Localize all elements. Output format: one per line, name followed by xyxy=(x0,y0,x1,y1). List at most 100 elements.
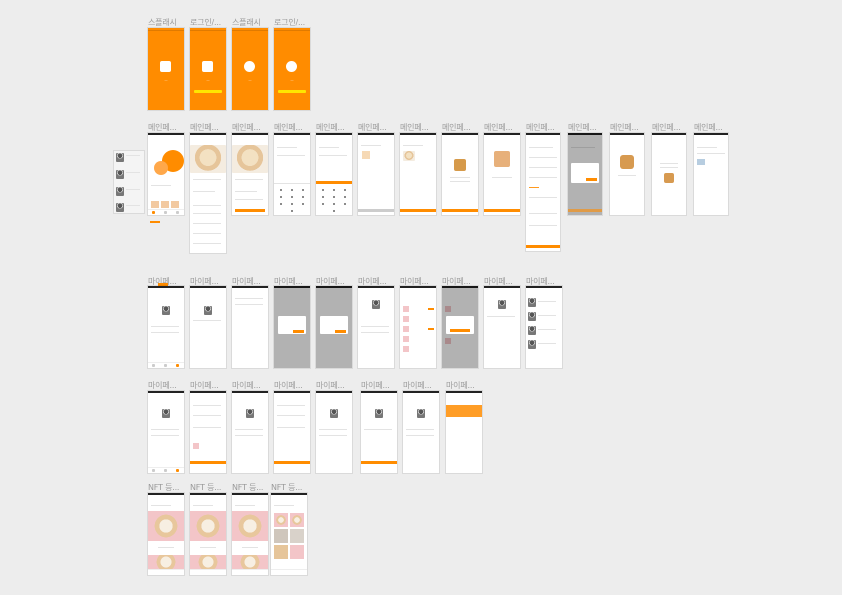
mint-button[interactable] xyxy=(484,209,520,212)
frame-label: 메인페... xyxy=(694,123,723,132)
frame-label: 메인페... xyxy=(400,123,429,132)
mypage-friends-screen[interactable] xyxy=(526,286,562,368)
save-button[interactable] xyxy=(274,461,310,464)
frame-label: 마이페... xyxy=(148,381,177,390)
main-home-screen[interactable] xyxy=(148,133,184,215)
main-modal-screen[interactable] xyxy=(568,133,602,215)
status-bar xyxy=(190,28,226,31)
frame-label: 메인페... xyxy=(316,123,345,132)
frame-label: NFT 등... xyxy=(190,483,222,492)
main-result-screen-2[interactable] xyxy=(484,133,520,215)
frame-label: 스플래시 xyxy=(232,18,261,27)
nft-detail-screen-3[interactable] xyxy=(232,493,268,575)
mypage-profile-screen-7[interactable] xyxy=(316,391,352,473)
dog-logo-icon xyxy=(286,61,297,73)
frame-label: 메인페... xyxy=(274,123,303,132)
dialog-ok-button[interactable] xyxy=(450,329,470,332)
mypage-list-dialog-screen[interactable] xyxy=(442,286,478,368)
frame-label: 메인페... xyxy=(610,123,639,132)
brand-caption: ― xyxy=(290,78,294,83)
status-bar xyxy=(274,28,310,31)
main-input-screen-2[interactable] xyxy=(316,133,352,215)
status-bar xyxy=(148,28,184,31)
login-screen-dog[interactable]: ― xyxy=(274,28,310,110)
kakao-login-button[interactable] xyxy=(194,90,222,94)
brand-caption: ― xyxy=(248,78,252,83)
frame-label: 마이페... xyxy=(446,381,475,390)
frame-label: 메인페... xyxy=(190,123,219,132)
mypage-profile-screen-5[interactable] xyxy=(148,391,184,473)
mypage-profile-screen-8[interactable] xyxy=(361,391,397,473)
frame-label: 메인페... xyxy=(232,123,261,132)
mypage-profile-screen-9[interactable] xyxy=(403,391,439,473)
mypage-profile-screen-4[interactable] xyxy=(484,286,520,368)
frame-label: 마이페... xyxy=(316,381,345,390)
highlight-circle xyxy=(154,161,168,175)
frame-label: NFT 등... xyxy=(271,483,303,492)
main-complete-screen-2[interactable] xyxy=(652,133,686,215)
frame-label: NFT 등... xyxy=(148,483,180,492)
note-marker xyxy=(150,221,160,223)
mypage-profile-screen-2[interactable] xyxy=(190,286,226,368)
frame-label: 마이페... xyxy=(403,381,432,390)
dialog-ok-button[interactable] xyxy=(335,330,346,333)
primary-button[interactable] xyxy=(235,209,265,212)
splash-screen-dog[interactable]: ― xyxy=(232,28,268,110)
dialog-ok-button[interactable] xyxy=(586,178,597,181)
brand-caption: ― xyxy=(164,78,168,83)
disabled-button[interactable] xyxy=(358,209,394,212)
cat-logo-icon xyxy=(202,61,213,73)
frame-label: 로그인/... xyxy=(274,18,306,27)
frame-label: 메인페... xyxy=(526,123,555,132)
confirm-dialog[interactable] xyxy=(320,316,348,334)
main-complete-screen[interactable] xyxy=(610,133,644,215)
submit-button[interactable] xyxy=(526,245,560,248)
mypage-edit-screen-2[interactable] xyxy=(274,391,310,473)
frame-label: 마이페... xyxy=(274,381,303,390)
mypage-list-screen-2[interactable] xyxy=(400,286,436,368)
brand-caption: ― xyxy=(206,78,210,83)
nft-gallery-screen[interactable] xyxy=(271,493,307,575)
frame-label: 메인페... xyxy=(358,123,387,132)
kakao-login-button[interactable] xyxy=(278,90,306,94)
frame-label: 마이페... xyxy=(361,381,390,390)
frame-label: 메인페... xyxy=(484,123,513,132)
mypage-dialog-screen[interactable] xyxy=(274,286,310,368)
main-upload-screen-2[interactable] xyxy=(400,133,436,215)
main-input-screen[interactable] xyxy=(274,133,310,215)
status-bar xyxy=(232,28,268,31)
notice-banner xyxy=(446,405,482,417)
frame-label: NFT 등... xyxy=(232,483,264,492)
mypage-profile-screen[interactable] xyxy=(148,286,184,368)
frame-label: 메인페... xyxy=(652,123,681,132)
confirm-button[interactable] xyxy=(442,209,478,212)
confirm-button[interactable] xyxy=(316,181,352,184)
save-button[interactable] xyxy=(190,461,226,464)
frame-label: 마이페... xyxy=(190,381,219,390)
main-detail-screen-2[interactable] xyxy=(232,133,268,215)
main-result-screen[interactable] xyxy=(442,133,478,215)
main-form-screen[interactable] xyxy=(526,133,560,251)
confirm-dialog[interactable] xyxy=(571,163,599,183)
mypage-edit-screen[interactable] xyxy=(190,391,226,473)
mypage-list-screen[interactable] xyxy=(232,286,268,368)
login-screen-cat[interactable]: ― xyxy=(190,28,226,110)
dog-logo-icon xyxy=(244,61,255,73)
action-button[interactable] xyxy=(361,461,397,464)
frame-label: 메인페... xyxy=(568,123,597,132)
next-button[interactable] xyxy=(400,209,436,212)
nft-detail-screen[interactable] xyxy=(148,493,184,575)
nft-detail-screen-2[interactable] xyxy=(190,493,226,575)
mypage-dialog-screen-2[interactable] xyxy=(316,286,352,368)
main-detail-screen[interactable] xyxy=(190,133,226,253)
dialog-ok-button[interactable] xyxy=(293,330,304,333)
confirm-dialog[interactable] xyxy=(446,316,474,334)
splash-screen-cat[interactable]: ― xyxy=(148,28,184,110)
confirm-dialog[interactable] xyxy=(278,316,306,334)
main-share-screen[interactable] xyxy=(694,133,728,215)
mypage-profile-screen-6[interactable] xyxy=(232,391,268,473)
frame-label: 로그인/... xyxy=(190,18,222,27)
main-upload-screen[interactable] xyxy=(358,133,394,215)
mypage-notice-screen[interactable] xyxy=(446,391,482,473)
mypage-profile-screen-3[interactable] xyxy=(358,286,394,368)
